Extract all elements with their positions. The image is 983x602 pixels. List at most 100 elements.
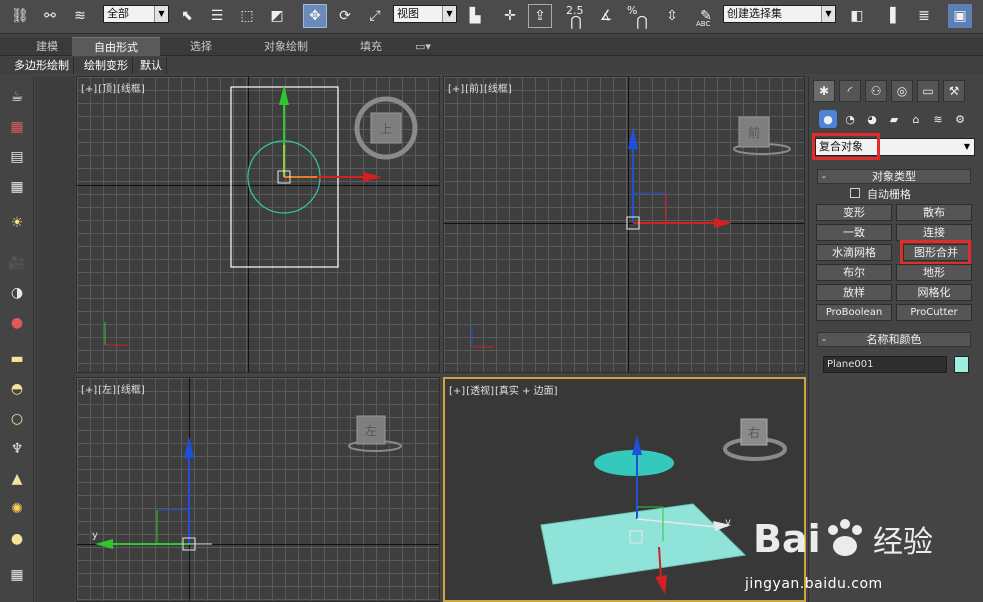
proboolean-button[interactable]: ProBoolean — [816, 304, 892, 321]
main-toolbar: ⛓ ⚯ ≋ 全部 ▼ ⬉ ☰ ⬚ ◩ ✥ ⟳ ⤢ 视图 ▼ ▙ ✛ ⇪ 2.5 … — [0, 0, 983, 34]
subtab-paint-deform[interactable]: 绘制变形 — [80, 57, 133, 74]
procutter-button[interactable]: ProCutter — [896, 304, 972, 321]
tab-populate[interactable]: 填充 — [344, 37, 398, 56]
display-tab-icon[interactable]: ▭ — [917, 80, 939, 102]
disc-icon[interactable]: ● — [5, 528, 29, 550]
rollout-title: 名称和颜色 — [866, 333, 922, 346]
move-icon[interactable]: ✥ — [303, 4, 327, 28]
rotate-icon[interactable]: ⟳ — [333, 4, 357, 28]
link-icon[interactable]: ⛓ — [8, 4, 32, 28]
utilities-tab-icon[interactable]: ⚒ — [943, 80, 965, 102]
bind-spacewarp-icon[interactable]: ≋ — [68, 4, 92, 28]
basket-icon[interactable]: ♆ — [5, 438, 29, 460]
select-by-name-icon[interactable]: ☰ — [205, 4, 229, 28]
render-icon[interactable]: ▣ — [948, 4, 972, 28]
viewcube-face[interactable]: 上 — [371, 113, 401, 143]
chevron-down-icon: ▼ — [442, 6, 456, 22]
collapse-icon: - — [822, 170, 826, 183]
systems-icon[interactable]: ⚙ — [951, 110, 969, 128]
spacewarps-icon[interactable]: ≋ — [929, 110, 947, 128]
rollout-title: 对象类型 — [872, 170, 916, 183]
highlight-category — [812, 133, 880, 160]
tab-modeling[interactable]: 建模 — [22, 37, 72, 56]
svg-text:经验: 经验 — [873, 525, 933, 560]
name-color-rollout[interactable]: - 名称和颜色 — [817, 332, 971, 347]
tab-freeform[interactable]: 自由形式 — [72, 37, 160, 56]
grid-icon[interactable]: ▦ — [5, 564, 29, 586]
mesher-button[interactable]: 网格化 — [896, 284, 972, 301]
unlink-icon[interactable]: ⚯ — [38, 4, 62, 28]
boolean-button[interactable]: 布尔 — [816, 264, 892, 281]
cone-icon[interactable]: ▲ — [5, 468, 29, 490]
chevron-down-icon: ▼ — [154, 6, 168, 22]
cameras-icon[interactable]: ▰ — [885, 110, 903, 128]
terrain-button[interactable]: 地形 — [896, 264, 972, 281]
material-editor-icon[interactable]: ▦ — [5, 116, 29, 138]
select-object-icon[interactable]: ⬉ — [175, 4, 199, 28]
helpers-icon[interactable]: ⌂ — [907, 110, 925, 128]
viewcube-face[interactable]: 前 — [739, 117, 769, 147]
teapot-icon[interactable]: ☕ — [5, 86, 29, 108]
create-tab-icon[interactable]: ✱ — [813, 80, 835, 102]
render-frame-icon[interactable]: ▦ — [5, 176, 29, 198]
layer-icon[interactable]: ≣ — [912, 4, 936, 28]
collapse-icon: - — [822, 333, 826, 346]
sphere-icon[interactable]: ○ — [5, 408, 29, 430]
selection-filter-dropdown[interactable]: 全部 ▼ — [103, 5, 169, 23]
viewport-left[interactable]: [+][左][线框] 左 y — [76, 377, 440, 602]
tab-selection[interactable]: 选择 — [168, 37, 234, 56]
spinner-snap-icon[interactable]: ⇳ — [660, 4, 684, 28]
percent-snap-icon[interactable]: ⋂ — [630, 10, 654, 34]
lights-icon[interactable]: ◕ — [863, 110, 881, 128]
hemisphere-icon[interactable]: ◓ — [5, 378, 29, 400]
angle-snap-icon[interactable]: ∡ — [594, 4, 618, 28]
light-icon[interactable]: ☀ — [5, 212, 29, 234]
ref-coord-dropdown[interactable]: 视图 ▼ — [393, 5, 457, 23]
scatter-button[interactable]: 散布 — [896, 204, 972, 221]
left-gap — [35, 76, 75, 602]
window-crossing-icon[interactable]: ◩ — [265, 4, 289, 28]
ribbon-options-icon[interactable]: ▭▾ — [408, 37, 438, 56]
morph-button[interactable]: 变形 — [816, 204, 892, 221]
named-selection-dropdown[interactable]: 创建选择集 ▼ — [723, 5, 836, 23]
hierarchy-tab-icon[interactable]: ⚇ — [865, 80, 887, 102]
connect-button[interactable]: 连接 — [896, 224, 972, 241]
object-name-field[interactable]: Plane001 — [823, 356, 947, 373]
viewcube-face[interactable]: 右 — [741, 419, 767, 445]
snap-icon[interactable]: ⋂ — [564, 10, 588, 34]
geometry-icon[interactable]: ● — [819, 110, 837, 128]
scale-icon[interactable]: ⤢ — [363, 4, 387, 28]
tab-object-paint[interactable]: 对象绘制 — [246, 37, 326, 56]
object-type-rollout[interactable]: - 对象类型 — [817, 169, 971, 184]
auto-grid-checkbox[interactable] — [850, 188, 860, 198]
viewport-top[interactable]: [+][顶][线框] 上 — [76, 76, 440, 373]
align-icon[interactable]: ▐ — [878, 4, 902, 28]
left-scene — [95, 415, 402, 551]
pivot-icon[interactable]: ▙ — [463, 4, 487, 28]
keyboard-shortcut-icon[interactable]: ⇪ — [528, 4, 552, 28]
named-selection-value: 创建选择集 — [727, 7, 782, 20]
subtab-defaults[interactable]: 默认 — [136, 57, 167, 74]
object-color-swatch[interactable] — [954, 356, 969, 373]
rect-region-icon[interactable]: ⬚ — [235, 4, 259, 28]
manipulate-icon[interactable]: ✛ — [498, 4, 522, 28]
sound-icon[interactable]: ◑ — [5, 282, 29, 304]
blobmesh-button[interactable]: 水滴网格 — [816, 244, 892, 261]
axis-label-y: y — [92, 530, 98, 541]
shapes-icon[interactable]: ◔ — [841, 110, 859, 128]
camera-icon[interactable]: 🎥 — [5, 252, 29, 274]
render-setup-icon[interactable]: ▤ — [5, 146, 29, 168]
viewport-front[interactable]: [+][前][线框] 前 — [443, 76, 805, 373]
subtab-poly-draw[interactable]: 多边形绘制 — [10, 57, 74, 74]
motion-tab-icon[interactable]: ◎ — [891, 80, 913, 102]
left-toolbar: ☕ ▦ ▤ ▦ ☀ 🎥 ◑ ● ▬ ◓ ○ ♆ ▲ ✺ ● ▦ — [0, 76, 34, 602]
conform-button[interactable]: 一致 — [816, 224, 892, 241]
sun-icon[interactable]: ✺ — [5, 498, 29, 520]
modify-tab-icon[interactable]: ◜ — [839, 80, 861, 102]
mirror-icon[interactable]: ◧ — [845, 4, 869, 28]
video-icon[interactable]: ● — [5, 312, 29, 334]
box-icon[interactable]: ▬ — [5, 348, 29, 370]
loft-button[interactable]: 放样 — [816, 284, 892, 301]
chevron-down-icon: ▼ — [963, 142, 971, 151]
viewcube-face[interactable]: 左 — [357, 416, 385, 444]
